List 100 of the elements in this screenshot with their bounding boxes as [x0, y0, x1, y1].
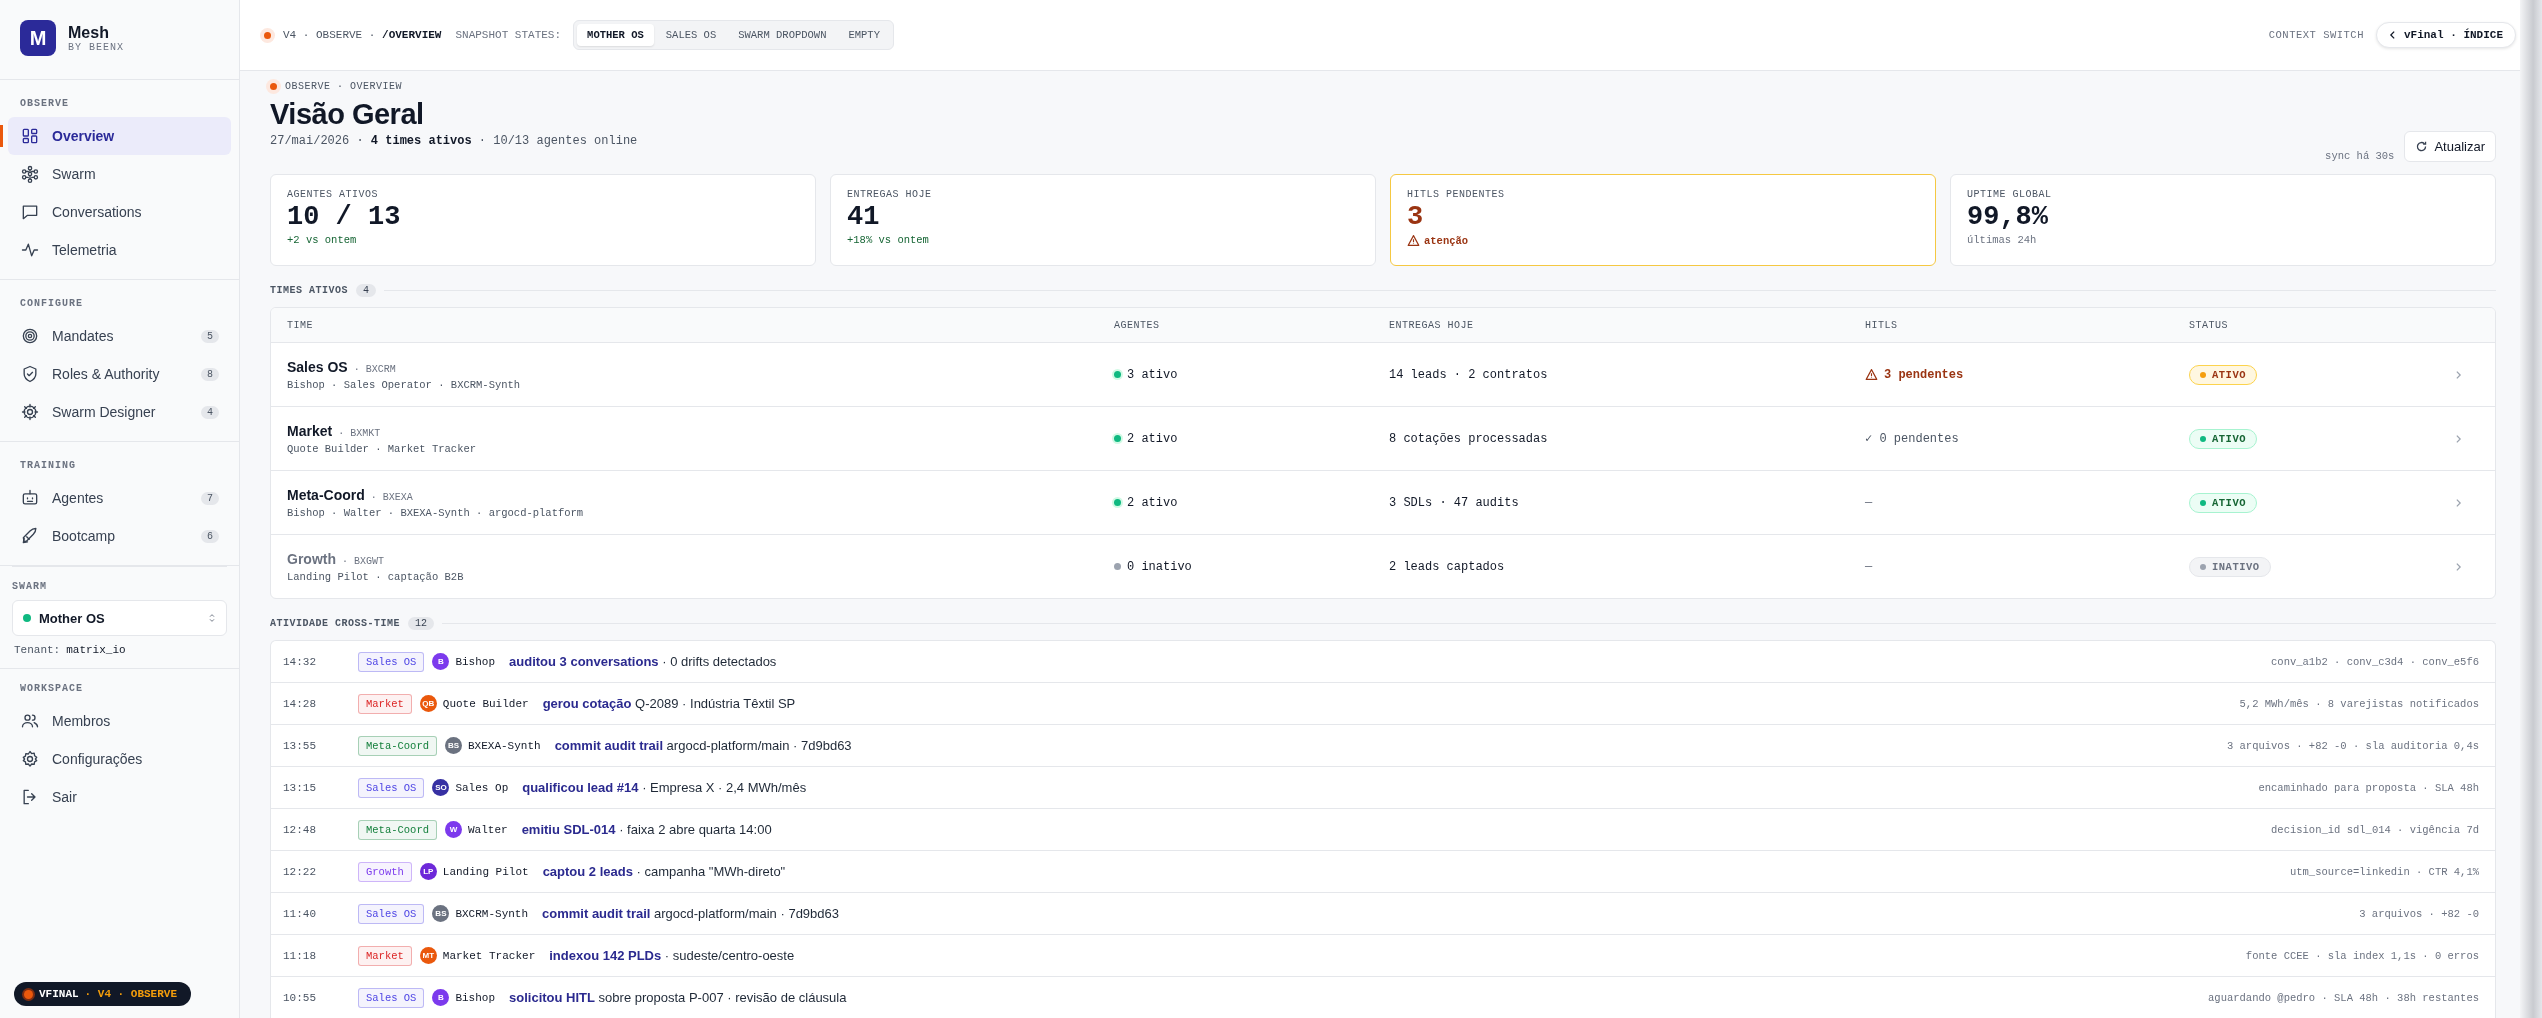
- agent-name: BXCRM-Synth: [455, 907, 529, 920]
- count-badge: 4: [201, 405, 219, 419]
- stat-value: 3: [1407, 202, 1425, 232]
- team-row[interactable]: Market · BXMKT Quote Builder · Market Tracker 2 ativo 8 cotações processadas ✓ 0 pendentes ATIVO: [271, 407, 2495, 471]
- team-members: Quote Builder · Market Tracker: [287, 442, 478, 455]
- activity-message: auditou 3 conversations · 0 drifts detectados: [509, 654, 777, 669]
- stat-note: últimas 24h: [1967, 234, 2037, 246]
- stat-value: 10 / 13: [287, 202, 402, 232]
- nav-item[interactable]: Telemetria: [8, 231, 231, 269]
- activity-message: gerou cotação Q-2089 · Indústria Têxtil SP: [542, 696, 796, 711]
- nav-item[interactable]: Configurações: [8, 740, 231, 778]
- nav-item[interactable]: Swarm Designer 4: [8, 393, 231, 431]
- tenant-value: matrix_io: [66, 644, 126, 656]
- column-header: STATUS: [2189, 319, 2229, 331]
- activity-time: 13:55: [283, 739, 317, 752]
- nav-item[interactable]: Roles & Authority 8: [8, 355, 231, 393]
- agent-name: Sales Op: [455, 781, 509, 794]
- stat-value: 99,8%: [1967, 202, 2049, 232]
- snapshot-label: SNAPSHOT STATES:: [455, 29, 562, 41]
- brand-name: Mesh: [68, 23, 110, 42]
- team-name: Meta-Coord: [287, 486, 365, 503]
- deliveries-cell-text: 3 SDLs · 47 audits: [1389, 495, 1520, 510]
- activity-message: commit audit trail argocd-platform/main · 7d9bd63: [542, 906, 839, 921]
- chevron-right-icon: [2455, 433, 2462, 444]
- snapshot-tab[interactable]: SWARM DROPDOWN: [728, 24, 837, 46]
- activity-message: solicitou HITL sobre proposta P-007 · revisão de cláusula: [509, 990, 847, 1005]
- activity-meta: decision_id sdl_014 · vigência 7d: [2271, 823, 2479, 836]
- scrollbar[interactable]: [2520, 0, 2542, 1018]
- activity-time: 14:32: [283, 655, 317, 668]
- team-row[interactable]: Meta-Coord · BXEXA Bishop · Walter · BXEXA-Synth · argocd-platform 2 ativo 3 SDLs · 47 audits — ATIVO: [271, 471, 2495, 535]
- refresh-button[interactable]: Atualizar: [2404, 131, 2496, 162]
- back-link[interactable]: vFinal · ÍNDICE: [2375, 22, 2516, 48]
- deliveries-cell-text: 14 leads · 2 contratos: [1389, 367, 1549, 382]
- chevron-right-icon: [2455, 369, 2462, 380]
- agent-name: Quote Builder: [442, 697, 529, 710]
- activity-message: indexou 142 PLDs · sudeste/centro-oeste: [549, 948, 795, 963]
- agent-avatar: W: [445, 821, 462, 838]
- section-title: CONFIGURE: [19, 298, 84, 311]
- stat-note: +18% vs ontem: [847, 234, 929, 246]
- status-badge: ATIVO: [2189, 364, 2257, 385]
- nav-item[interactable]: Conversations: [8, 193, 231, 231]
- warning-icon: [1865, 368, 1878, 381]
- nav-item[interactable]: Agentes 7: [8, 479, 231, 517]
- agent-name: Bishop: [455, 991, 496, 1004]
- stat-label: UPTIME GLOBAL: [1967, 189, 2053, 200]
- agent-avatar: LP: [419, 863, 437, 880]
- team-code: · BXEXA: [370, 491, 413, 503]
- snapshot-tab[interactable]: EMPTY: [838, 24, 890, 46]
- robot-icon: [20, 488, 40, 508]
- page-title: Visão Geral: [270, 98, 425, 131]
- agent-name: Landing Pilot: [442, 865, 529, 878]
- agent-avatar: B: [432, 989, 450, 1006]
- team-row[interactable]: Sales OS · BXCRM Bishop · Sales Operator · BXCRM-Synth 3 ativo 14 leads · 2 contratos 3 pendentes ATIVO: [271, 343, 2495, 407]
- count-badge: 4: [356, 284, 377, 297]
- hitls-cell: —: [1865, 495, 1873, 510]
- agent-avatar: MT: [419, 947, 437, 964]
- grid-icon: [20, 126, 40, 146]
- agent-avatar: SO: [432, 779, 450, 796]
- activity-meta: 3 arquivos · +82 -0 · sla auditoria 0,4s: [2226, 739, 2479, 752]
- activity-message: qualificou lead #14 · Empresa X · 2,4 MWh/mês: [522, 780, 807, 795]
- sync-status: sync há 30s: [2325, 150, 2395, 162]
- target-icon: [20, 326, 40, 346]
- section-title: TIMES ATIVOS: [270, 285, 348, 296]
- agent-name: Bishop: [455, 655, 496, 668]
- nav-item[interactable]: Mandates 5: [8, 317, 231, 355]
- chevron-left-icon: [2388, 30, 2396, 40]
- section-title: SWARM: [12, 581, 48, 594]
- team-row[interactable]: Growth · BXGWT Landing Pilot · captação B2B 0 inativo 2 leads captados — INATIVO: [271, 535, 2495, 598]
- chevron-right-icon: [2455, 561, 2462, 572]
- nav-item[interactable]: Bootcamp 6: [8, 517, 231, 555]
- column-header: ENTREGAS HOJE: [1389, 319, 1475, 331]
- column-header: TIME: [287, 319, 314, 331]
- activity-time: 11:40: [283, 907, 317, 920]
- section-title: WORKSPACE: [19, 683, 84, 696]
- activity-time: 11:18: [283, 949, 317, 962]
- nav-item[interactable]: Sair: [8, 778, 231, 816]
- nav-item[interactable]: Swarm: [8, 155, 231, 193]
- team-tag: Sales OS: [358, 987, 425, 1008]
- swarm-select[interactable]: Mother OS: [12, 600, 227, 636]
- stat-note: +2 vs ontem: [287, 234, 357, 246]
- team-code: · BXMKT: [338, 427, 381, 439]
- activity-meta: utm_source=linkedin · CTR 4,1%: [2289, 865, 2479, 878]
- stat-label: AGENTES ATIVOS: [287, 189, 379, 200]
- snapshot-tab[interactable]: SALES OS: [655, 24, 727, 46]
- brand-tagline: BY BEENX: [68, 41, 124, 53]
- chevron-updown-icon: [208, 612, 216, 624]
- breadcrumb: V4 · OBSERVE · /OVERVIEW: [283, 29, 442, 41]
- status-dot-icon: [24, 989, 33, 999]
- agents-count: 2 ativo: [1127, 495, 1178, 510]
- agent-name: BXEXA-Synth: [468, 739, 541, 752]
- team-tag: Market: [358, 945, 412, 966]
- section-title: ATIVIDADE CROSS-TIME: [270, 618, 401, 629]
- nav-item[interactable]: Membros: [8, 702, 231, 740]
- count-badge: 5: [201, 329, 219, 343]
- activity-message: emitiu SDL-014 · faixa 2 abre quarta 14:00: [521, 822, 772, 837]
- agent-name: Market Tracker: [442, 949, 536, 962]
- hitls-cell: ✓ 0 pendentes: [1865, 431, 1959, 446]
- deliveries-cell-text: 2 leads captados: [1389, 559, 1506, 574]
- activity-meta: fonte CCEE · sla index 1,1s · 0 erros: [2245, 949, 2479, 962]
- snapshot-tab[interactable]: MOTHER OS: [577, 24, 654, 46]
